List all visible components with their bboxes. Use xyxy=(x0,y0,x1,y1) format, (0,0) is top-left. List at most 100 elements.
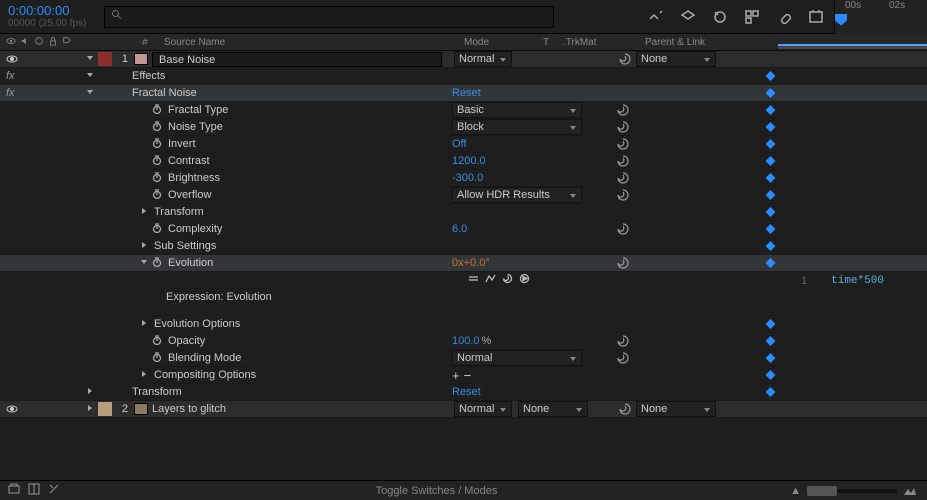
layer-row-2[interactable]: 2 Layers to glitch Normal None None xyxy=(0,401,927,418)
opacity-value[interactable]: 100.0 xyxy=(452,335,480,347)
blend-mode-dropdown[interactable]: Normal xyxy=(454,401,512,417)
effect-blend-dropdown[interactable]: Normal xyxy=(452,350,582,366)
blend-mode-dropdown[interactable]: Normal xyxy=(454,51,512,67)
markers-icon[interactable] xyxy=(806,7,826,27)
keyframe-icon[interactable] xyxy=(766,241,776,251)
prop-blending-mode[interactable]: Blending Mode Normal xyxy=(0,350,927,367)
pickwhip-icon[interactable] xyxy=(616,103,630,117)
mode-column-header[interactable]: Mode xyxy=(458,37,543,48)
pickwhip-icon[interactable] xyxy=(616,154,630,168)
prop-fractal-type[interactable]: Fractal Type Basic xyxy=(0,102,927,119)
keyframe-icon[interactable] xyxy=(766,336,776,346)
reset-link[interactable]: Reset xyxy=(452,87,481,99)
pickwhip-icon[interactable] xyxy=(616,256,630,270)
prop-evolution[interactable]: Evolution 0x+0.0° xyxy=(0,255,927,272)
expression-enable-icon[interactable] xyxy=(468,273,479,287)
add-remove-icon[interactable]: +− xyxy=(452,368,475,383)
prop-brightness[interactable]: Brightness -300.0 xyxy=(0,170,927,187)
zoom-slider[interactable] xyxy=(807,489,897,493)
pickwhip-icon[interactable] xyxy=(618,402,632,416)
layer-name-input[interactable]: Base Noise xyxy=(152,52,442,67)
pickwhip-icon[interactable] xyxy=(616,334,630,348)
invert-value[interactable]: Off xyxy=(452,138,466,150)
evolution-value[interactable]: 0x+0.0° xyxy=(452,257,490,269)
twirl-right-icon[interactable] xyxy=(140,370,150,380)
overflow-dropdown[interactable]: Allow HDR Results xyxy=(452,187,582,203)
trkmat-column-header[interactable]: .TrkMat xyxy=(563,37,639,48)
visibility-toggle[interactable] xyxy=(6,53,18,65)
pickwhip-icon[interactable] xyxy=(618,52,632,66)
pickwhip-icon[interactable] xyxy=(616,171,630,185)
effects-group[interactable]: fx Effects xyxy=(0,68,927,85)
motion-blur-icon[interactable] xyxy=(710,7,730,27)
frame-blend-icon[interactable] xyxy=(28,483,40,498)
keyframe-icon[interactable] xyxy=(766,88,776,98)
reset-link[interactable]: Reset xyxy=(452,386,481,398)
twirl-down-icon[interactable] xyxy=(86,71,96,81)
keyframe-icon[interactable] xyxy=(766,105,776,115)
motion-blur-footer-icon[interactable] xyxy=(48,483,60,498)
visibility-toggle[interactable] xyxy=(6,403,18,415)
pickwhip-icon[interactable] xyxy=(616,351,630,365)
current-timecode[interactable]: 0:00:00:00 xyxy=(8,4,100,18)
toggle-switches-button[interactable]: Toggle Switches / Modes xyxy=(100,485,773,497)
stopwatch-icon[interactable] xyxy=(152,155,164,167)
fx-badge[interactable]: fx xyxy=(6,87,20,99)
playhead-icon[interactable] xyxy=(835,14,847,26)
keyframe-icon[interactable] xyxy=(766,258,776,268)
expression-graph-icon[interactable] xyxy=(485,273,496,287)
keyframe-icon[interactable] xyxy=(766,353,776,363)
twirl-right-icon[interactable] xyxy=(140,319,150,329)
stopwatch-icon[interactable] xyxy=(152,104,164,116)
search-input[interactable] xyxy=(104,6,554,28)
stopwatch-icon[interactable] xyxy=(152,138,164,150)
layer-row-1[interactable]: 1 Base Noise Normal None xyxy=(0,51,927,68)
stopwatch-icon[interactable] xyxy=(152,352,164,364)
prop-compositing-options[interactable]: Compositing Options +− xyxy=(0,367,927,384)
twirl-right-icon[interactable] xyxy=(86,387,96,397)
prop-opacity[interactable]: Opacity 100.0% xyxy=(0,333,927,350)
stopwatch-icon[interactable] xyxy=(152,189,164,201)
twirl-right-icon[interactable] xyxy=(86,404,96,414)
stopwatch-icon[interactable] xyxy=(152,121,164,133)
twirl-right-icon[interactable] xyxy=(140,207,150,217)
contrast-value[interactable]: 1200.0 xyxy=(452,155,486,167)
stopwatch-icon[interactable] xyxy=(152,257,164,269)
pickwhip-icon[interactable] xyxy=(616,222,630,236)
shy-icon[interactable] xyxy=(646,7,666,27)
brightness-value[interactable]: -300.0 xyxy=(452,172,483,184)
layer-name[interactable]: Layers to glitch xyxy=(152,403,226,415)
effect-fractal-noise[interactable]: fx Fractal Noise Reset xyxy=(0,85,927,102)
parent-dropdown[interactable]: None xyxy=(636,51,716,67)
expression-pickwhip-icon[interactable] xyxy=(502,273,513,287)
twirl-down-icon[interactable] xyxy=(140,258,150,268)
keyframe-icon[interactable] xyxy=(766,156,776,166)
attach-icon[interactable] xyxy=(774,7,794,27)
prop-complexity[interactable]: Complexity 6.0 xyxy=(0,221,927,238)
keyframe-icon[interactable] xyxy=(766,173,776,183)
fractal-type-dropdown[interactable]: Basic xyxy=(452,102,582,118)
complexity-value[interactable]: 6.0 xyxy=(452,223,467,235)
prop-contrast[interactable]: Contrast 1200.0 xyxy=(0,153,927,170)
keyframe-icon[interactable] xyxy=(766,387,776,397)
keyframe-icon[interactable] xyxy=(766,122,776,132)
render-queue-icon[interactable] xyxy=(8,483,20,498)
work-area-bar[interactable] xyxy=(778,44,927,49)
parent-column-header[interactable]: Parent & Link xyxy=(639,37,773,48)
source-name-column-header[interactable]: Source Name xyxy=(158,37,458,48)
prop-noise-type[interactable]: Noise Type Block xyxy=(0,119,927,136)
render-icon[interactable] xyxy=(678,7,698,27)
stopwatch-icon[interactable] xyxy=(152,172,164,184)
zoom-out-icon[interactable]: ▲ xyxy=(790,485,801,497)
pickwhip-icon[interactable] xyxy=(616,188,630,202)
keyframe-icon[interactable] xyxy=(766,71,776,81)
twirl-right-icon[interactable] xyxy=(140,241,150,251)
graph-editor-icon[interactable] xyxy=(742,7,762,27)
trkmat-dropdown[interactable]: None xyxy=(518,401,588,417)
expression-code[interactable]: time*500 xyxy=(831,275,884,287)
keyframe-icon[interactable] xyxy=(766,207,776,217)
zoom-in-icon[interactable] xyxy=(903,486,917,496)
time-ruler[interactable]: 00s 02s 04s 06s xyxy=(834,0,927,34)
twirl-down-icon[interactable] xyxy=(86,54,96,64)
prop-sub-settings[interactable]: Sub Settings xyxy=(0,238,927,255)
